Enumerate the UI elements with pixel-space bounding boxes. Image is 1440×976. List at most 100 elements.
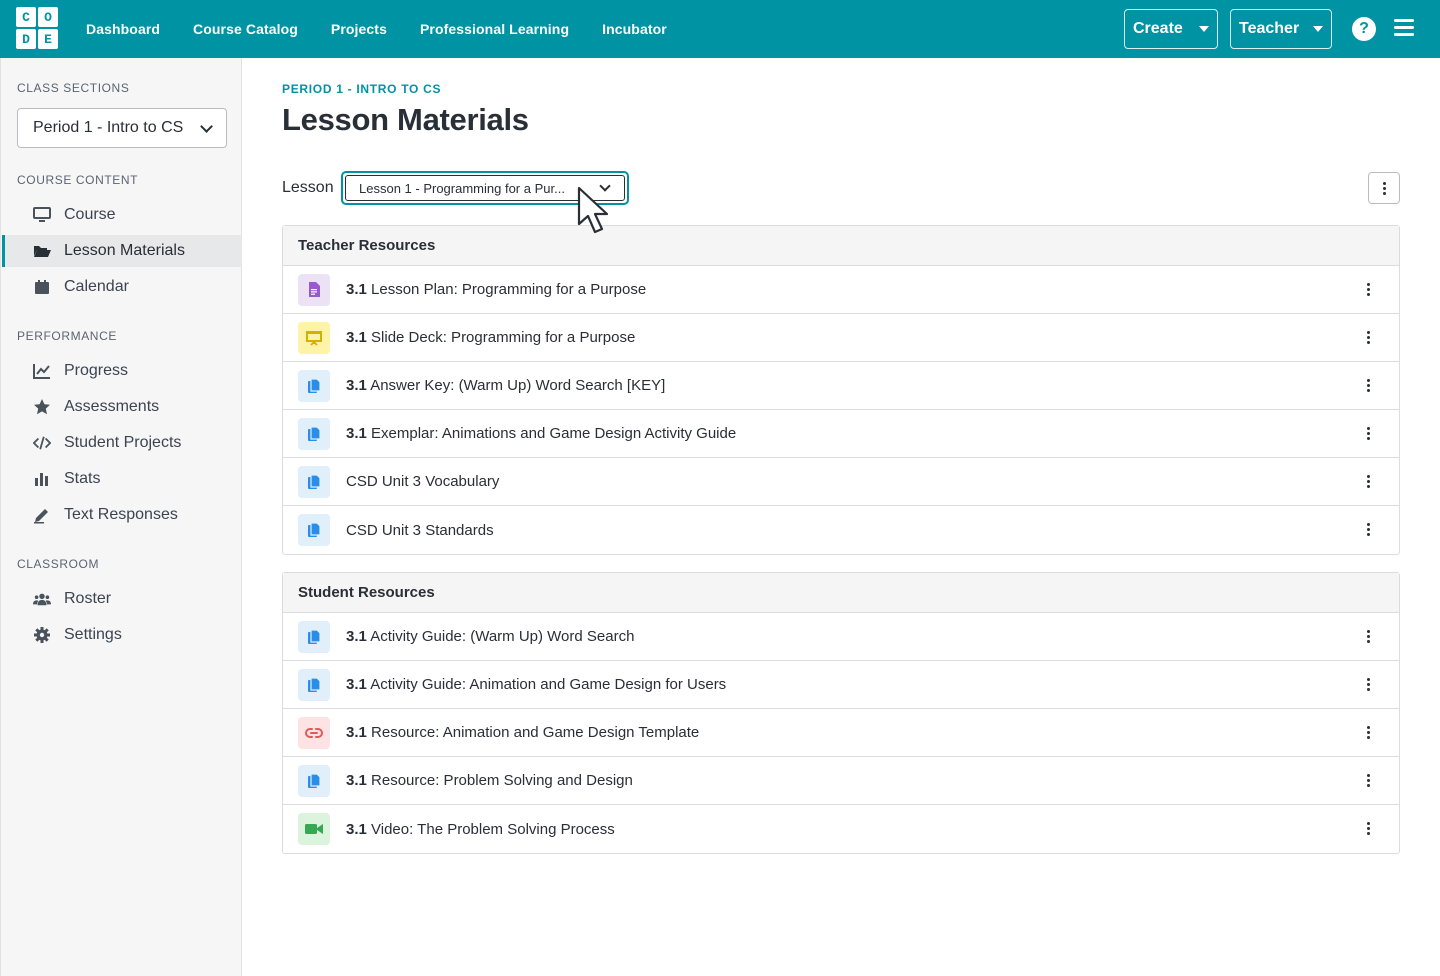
copy-doc-icon — [298, 668, 330, 701]
folder-open-icon — [33, 242, 51, 260]
resource-title-link[interactable]: 3.1 Slide Deck: Programming for a Purpos… — [346, 329, 635, 346]
class-section-select[interactable]: Period 1 - Intro to CS — [17, 108, 227, 148]
nav-link-professional-learning[interactable]: Professional Learning — [420, 21, 569, 37]
resource-title-link[interactable]: 3.1 Video: The Problem Solving Process — [346, 821, 615, 838]
teacher-resources-panel: Teacher Resources 3.1 Lesson Plan: Progr… — [282, 225, 1400, 555]
sidebar-item-assessments[interactable]: Assessments — [2, 391, 242, 423]
resource-title-link[interactable]: 3.1 Answer Key: (Warm Up) Word Search [K… — [346, 377, 665, 394]
nav-link-dashboard[interactable]: Dashboard — [86, 21, 160, 37]
lesson-number: 3.1 — [346, 676, 367, 693]
lesson-number: 3.1 — [346, 724, 367, 741]
slide-deck-icon — [298, 321, 330, 354]
sidebar-item-label: Settings — [64, 626, 122, 643]
resource-row[interactable]: 3.1 Slide Deck: Programming for a Purpos… — [283, 314, 1399, 362]
logo-letter: E — [38, 29, 58, 49]
kebab-icon[interactable] — [1367, 822, 1370, 835]
nav-link-course-catalog[interactable]: Course Catalog — [193, 21, 298, 37]
breadcrumb[interactable]: PERIOD 1 - INTRO TO CS — [282, 82, 441, 96]
class-sections-heading: CLASS SECTIONS — [17, 81, 130, 95]
help-icon[interactable]: ? — [1352, 17, 1376, 41]
sidebar-item-label: Student Projects — [64, 434, 182, 451]
resource-title-link[interactable]: 3.1 Resource: Problem Solving and Design — [346, 772, 633, 789]
kebab-icon[interactable] — [1367, 475, 1370, 488]
copy-doc-icon — [298, 369, 330, 402]
teacher-menu-button[interactable]: Teacher — [1230, 9, 1332, 49]
resource-title: Activity Guide: Animation and Game Desig… — [366, 676, 727, 693]
resource-title-link[interactable]: CSD Unit 3 Vocabulary — [346, 473, 499, 490]
star-icon — [33, 398, 51, 416]
caret-down-icon — [1313, 26, 1323, 32]
copy-doc-icon — [298, 620, 330, 653]
kebab-icon[interactable] — [1367, 630, 1370, 643]
resource-row[interactable]: 3.1 Resource: Animation and Game Design … — [283, 709, 1399, 757]
lesson-select[interactable]: Lesson 1 - Programming for a Pur... — [341, 171, 629, 205]
copy-doc-icon — [298, 514, 330, 546]
nav-link-incubator[interactable]: Incubator — [602, 21, 667, 37]
sidebar-item-student-projects[interactable]: Student Projects — [2, 427, 242, 459]
sidebar-item-progress[interactable]: Progress — [2, 355, 242, 387]
calendar-icon — [33, 278, 51, 296]
nav-link-projects[interactable]: Projects — [331, 21, 387, 37]
lesson-label: Lesson — [282, 179, 334, 196]
sidebar-item-course[interactable]: Course — [2, 199, 242, 231]
sidebar-item-calendar[interactable]: Calendar — [2, 271, 242, 303]
resource-title: Lesson Plan: Programming for a Purpose — [366, 281, 647, 298]
resource-title-link[interactable]: 3.1 Activity Guide: Animation and Game D… — [346, 676, 726, 693]
logo-letter: C — [16, 7, 36, 27]
resource-row[interactable]: 3.1 Answer Key: (Warm Up) Word Search [K… — [283, 362, 1399, 410]
lesson-plan-icon — [298, 273, 330, 306]
resource-title-link[interactable]: 3.1 Resource: Animation and Game Design … — [346, 724, 699, 741]
copy-doc-icon — [298, 417, 330, 450]
sidebar-item-stats[interactable]: Stats — [2, 463, 242, 495]
student-resources-heading: Student Resources — [283, 573, 1399, 613]
sidebar-item-label: Assessments — [64, 398, 160, 415]
copy-doc-icon — [298, 764, 330, 797]
more-options-button[interactable] — [1368, 172, 1400, 204]
kebab-icon[interactable] — [1367, 726, 1370, 739]
resource-title: CSD Unit 3 Standards — [346, 521, 494, 539]
resource-title-link[interactable]: 3.1 Exemplar: Animations and Game Design… — [346, 425, 736, 442]
resource-row[interactable]: 3.1 Resource: Problem Solving and Design — [283, 757, 1399, 805]
top-navigation-bar: C O D E Dashboard Course Catalog Project… — [0, 0, 1440, 58]
sidebar: CLASS SECTIONS Period 1 - Intro to CS CO… — [0, 58, 242, 976]
resource-row[interactable]: 3.1 Video: The Problem Solving Process — [283, 805, 1399, 853]
kebab-icon[interactable] — [1367, 523, 1370, 536]
kebab-icon[interactable] — [1367, 774, 1370, 787]
sidebar-item-settings[interactable]: Settings — [2, 619, 242, 651]
kebab-icon[interactable] — [1367, 283, 1370, 296]
resource-title: Exemplar: Animations and Game Design Act… — [366, 425, 737, 442]
bar-chart-icon — [33, 470, 51, 488]
lesson-number: 3.1 — [346, 377, 367, 394]
resource-row[interactable]: 3.1 Activity Guide: (Warm Up) Word Searc… — [283, 613, 1399, 661]
kebab-icon[interactable] — [1367, 678, 1370, 691]
resource-row[interactable]: 3.1 Lesson Plan: Programming for a Purpo… — [283, 266, 1399, 314]
sidebar-item-label: Stats — [64, 470, 101, 487]
sidebar-item-roster[interactable]: Roster — [2, 583, 242, 615]
link-icon — [298, 716, 330, 749]
code-org-logo[interactable]: C O D E — [16, 7, 58, 49]
kebab-icon[interactable] — [1367, 331, 1370, 344]
lesson-number: 3.1 — [346, 425, 367, 442]
hamburger-menu-icon[interactable] — [1394, 19, 1414, 37]
sidebar-item-text-responses[interactable]: Text Responses — [2, 499, 242, 531]
line-chart-icon — [33, 362, 51, 380]
kebab-icon — [1382, 181, 1386, 195]
users-icon — [33, 590, 51, 608]
resource-row[interactable]: 3.1 Activity Guide: Animation and Game D… — [283, 661, 1399, 709]
logo-letter: D — [16, 29, 36, 49]
sidebar-item-lesson-materials[interactable]: Lesson Materials — [2, 235, 242, 267]
resource-row[interactable]: CSD Unit 3 Standards — [283, 506, 1399, 554]
kebab-icon[interactable] — [1367, 379, 1370, 392]
resource-title-link[interactable]: 3.1 Lesson Plan: Programming for a Purpo… — [346, 281, 646, 298]
resource-row[interactable]: 3.1 Exemplar: Animations and Game Design… — [283, 410, 1399, 458]
sidebar-item-label: Lesson Materials — [64, 242, 185, 259]
sidebar-item-label: Text Responses — [64, 506, 178, 523]
kebab-icon[interactable] — [1367, 427, 1370, 440]
resource-row[interactable]: CSD Unit 3 Vocabulary — [283, 458, 1399, 506]
create-menu-button[interactable]: Create — [1124, 9, 1218, 49]
resource-title: Activity Guide: (Warm Up) Word Search — [366, 628, 635, 645]
resource-title: Resource: Problem Solving and Design — [366, 772, 633, 789]
resource-title-link[interactable]: CSD Unit 3 Standards — [346, 522, 494, 539]
resource-title-link[interactable]: 3.1 Activity Guide: (Warm Up) Word Searc… — [346, 628, 634, 645]
resource-title: Resource: Animation and Game Design Temp… — [366, 724, 700, 741]
